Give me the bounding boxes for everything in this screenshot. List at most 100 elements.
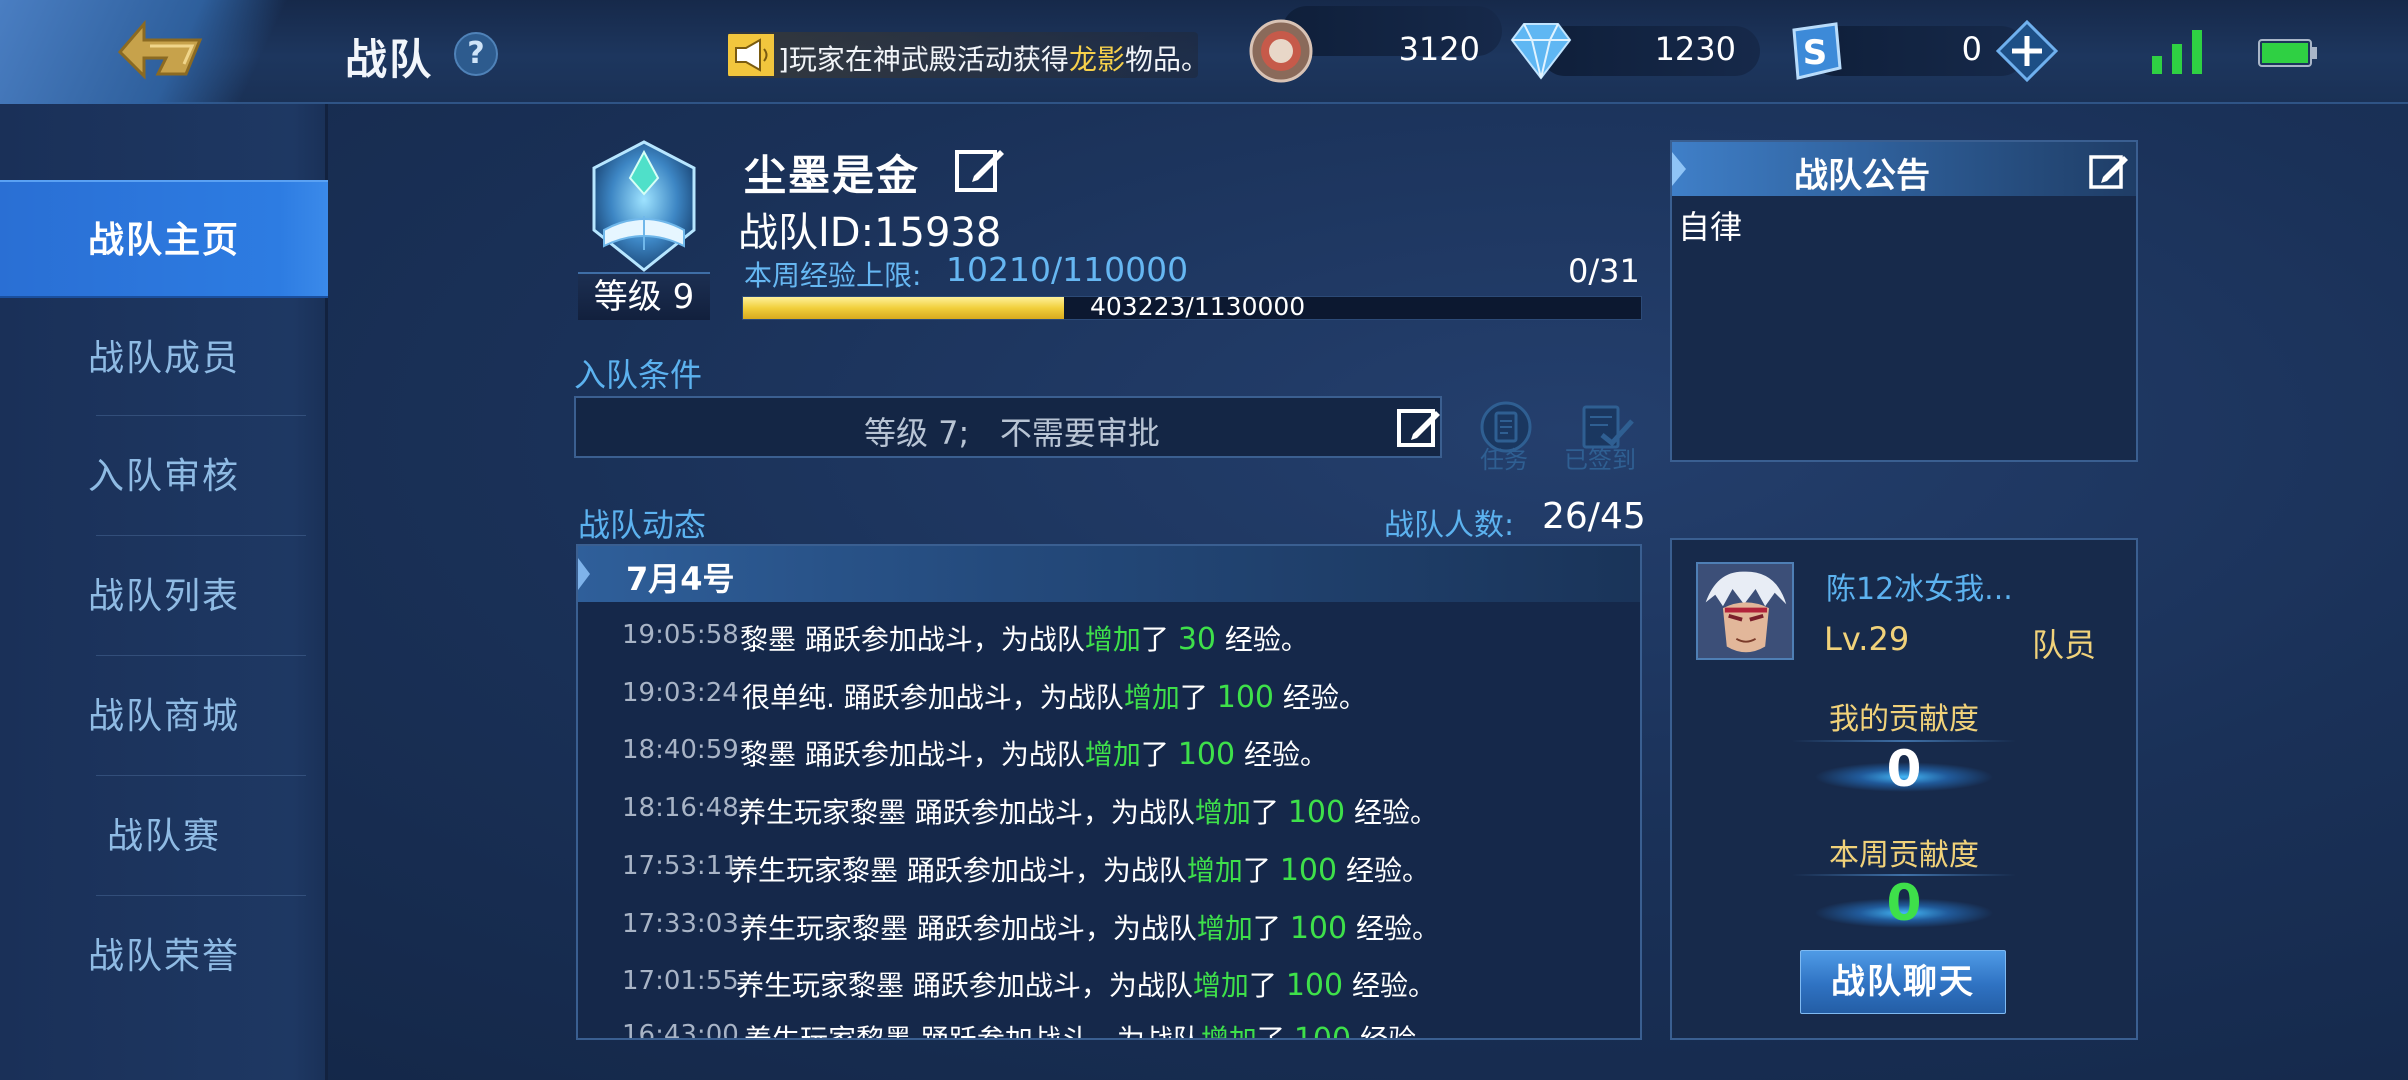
help-icon[interactable]: ? [454,32,498,76]
feed-amount: 100 [1289,911,1348,946]
sidebar-divider [96,775,306,776]
sidebar-item-join-review[interactable]: 入队审核 [0,418,328,536]
feed-amount: 100 [1279,853,1338,888]
feed-amount: 100 [1216,680,1274,715]
weekly-contribution-label: 本周贡献度 [1829,838,1979,873]
feed-suffix: 经验。 [1235,738,1328,771]
feed-text: 养生玩家黎墨 踊跃参加战斗，为战队增加了 100 经验。 [744,1018,1444,1040]
edit-name-icon[interactable] [954,144,1006,194]
team-emblem-icon [592,140,696,272]
feed-actor: 养生玩家黎墨 踊跃参加战斗，为战队 [744,1023,1201,1040]
back-arrow-icon [117,19,203,80]
feed-time: 16:43:00 [622,1020,739,1040]
player-avatar[interactable] [1696,562,1794,660]
feed-actor: 养生玩家黎墨 踊跃参加战斗，为战队 [738,796,1195,829]
broadcast-suffix: 物品。 [1124,43,1198,76]
feed-time: 18:16:48 [622,793,739,823]
feed-time: 17:33:03 [622,909,739,939]
feed-verb: 增加 [1192,969,1249,1002]
feed-actor: 养生玩家黎墨 踊跃参加战斗，为战队 [736,969,1193,1002]
member-ratio: 0/31 [1568,252,1640,290]
sidebar-item-team-shop[interactable]: 战队商城 [0,658,328,776]
edit-condition-icon[interactable] [1396,404,1442,450]
feed-amount: 100 [1293,1022,1352,1040]
add-currency-button[interactable] [1996,20,2058,82]
feed-mid: 了 [1179,681,1217,714]
feed-amount: 100 [1287,795,1346,830]
feed-suffix: 经验。 [1345,796,1438,829]
join-condition-label: 入队条件 [574,356,703,394]
feed-mid: 了 [1256,1023,1294,1040]
sidebar-item-team-list[interactable]: 战队列表 [0,538,328,656]
weekly-contribution-value: 0 [1886,874,1922,932]
sidebar-item-team-honor[interactable]: 战队荣誉 [0,898,328,1016]
sidebar-divider [96,415,306,416]
feed-amount: 100 [1177,737,1236,772]
feed-row: 19:03:24 很单纯. 踊跃参加战斗，为战队增加了 100 经验。 [578,666,1640,722]
announcement-title: 战队公告 [1794,156,1930,196]
feed-row: 17:01:55 养生玩家黎墨 踊跃参加战斗，为战队增加了 100 经验。 [578,954,1640,1010]
feed-text: 黎墨 踊跃参加战斗，为战队增加了 100 经验。 [740,733,1328,773]
broadcast-prefix: ]玩家在神武殿活动获得 [778,43,1069,76]
feed-time: 19:03:24 [622,678,739,708]
player-name: 陈12冰女我... [1826,572,2013,607]
feed-text: 养生玩家黎墨 踊跃参加战斗，为战队增加了 100 经验。 [740,907,1440,947]
feed-text: 很单纯. 踊跃参加战斗，为战队增加了 100 经验。 [742,676,1367,716]
feed-row: 18:16:48 养生玩家黎墨 踊跃参加战斗，为战队增加了 100 经验。 [578,781,1640,837]
announcement-panel: 战队公告 自律 [1670,140,2138,462]
sidebar-item-team-match[interactable]: 战队赛 [0,778,328,896]
sidebar: 战队主页 战队成员 入队审核 战队列表 战队商城 战队赛 战队荣誉 [0,104,328,1080]
feed-time: 17:53:11 [622,851,739,881]
task-label[interactable]: 任务 [1480,440,1528,475]
exp-progress-fill [743,297,1064,319]
svg-text:S: S [1803,33,1828,73]
signal-strength-icon [2152,30,2202,74]
feed-verb: 增加 [1194,796,1251,829]
edit-announcement-icon[interactable] [2088,150,2130,192]
my-contribution-label: 我的贡献度 [1829,702,1979,737]
battery-icon [2258,39,2317,67]
sidebar-divider [96,655,306,656]
feed-suffix: 经验。 [1347,912,1440,945]
sidebar-divider [96,535,306,536]
feed-mid: 了 [1252,912,1290,945]
feed-row: 18:40:59 黎墨 踊跃参加战斗，为战队增加了 100 经验。 [578,723,1640,779]
activity-label: 战队动态 [578,506,707,544]
feed-mid: 了 [1140,738,1178,771]
feed-date: 7月4号 [626,560,735,598]
sidebar-item-team-home[interactable]: 战队主页 [0,180,328,298]
s-coin-icon: S [1792,22,1842,80]
feed-actor: 养生玩家黎墨 踊跃参加战斗，为战队 [740,912,1197,945]
team-page: 战队 ? ]玩家在神武殿活动获得龙影物品。 3120 1230 [0,0,2408,1080]
top-bar: 战队 ? ]玩家在神武殿活动获得龙影物品。 3120 1230 [0,0,2408,104]
broadcast-ticker: ]玩家在神武殿活动获得龙影物品。 [728,32,1198,78]
broadcast-text: ]玩家在神武殿活动获得龙影物品。 [778,38,1198,78]
diamond-value: 1230 [1654,30,1736,68]
back-button[interactable] [0,0,320,104]
feed-text: 黎墨 踊跃参加战斗，为战队增加了 30 经验。 [740,618,1309,658]
feed-text: 养生玩家黎墨 踊跃参加战斗，为战队增加了 100 经验。 [738,791,1438,831]
weekly-exp-value: 10210/110000 [946,250,1189,289]
feed-suffix: 经验。 [1343,969,1436,1002]
join-condition-text: 等级 7; 不需要审批 [864,414,1160,452]
diamond-icon [1510,23,1572,80]
signed-in-label[interactable]: 已签到 [1564,440,1636,475]
team-level: 等级 9 [578,272,710,320]
page-title: 战队 [345,35,434,84]
my-contribution-value: 0 [1886,740,1922,798]
feed-actor: 黎墨 踊跃参加战斗，为战队 [740,738,1085,771]
feed-text: 养生玩家黎墨 踊跃参加战斗，为战队增加了 100 经验。 [736,964,1436,1004]
gold-coin-icon [1249,19,1313,83]
feed-mid: 了 [1250,796,1288,829]
team-name: 尘墨是金 [744,151,921,200]
gold-value: 3120 [1398,30,1480,68]
player-role: 队员 [2032,626,2097,664]
team-chat-button[interactable]: 战队聊天 [1800,950,2006,1014]
sidebar-item-team-members[interactable]: 战队成员 [0,300,328,418]
feed-actor: 黎墨 踊跃参加战斗，为战队 [740,623,1085,656]
activity-feed[interactable]: 7月4号 19:05:58 黎墨 踊跃参加战斗，为战队增加了 30 经验。 19… [576,544,1642,1040]
megaphone-icon [728,34,774,76]
exp-progress-text: 403223/1130000 [1090,292,1306,321]
feed-verb: 增加 [1084,738,1141,771]
feed-suffix: 经验。 [1337,854,1430,887]
